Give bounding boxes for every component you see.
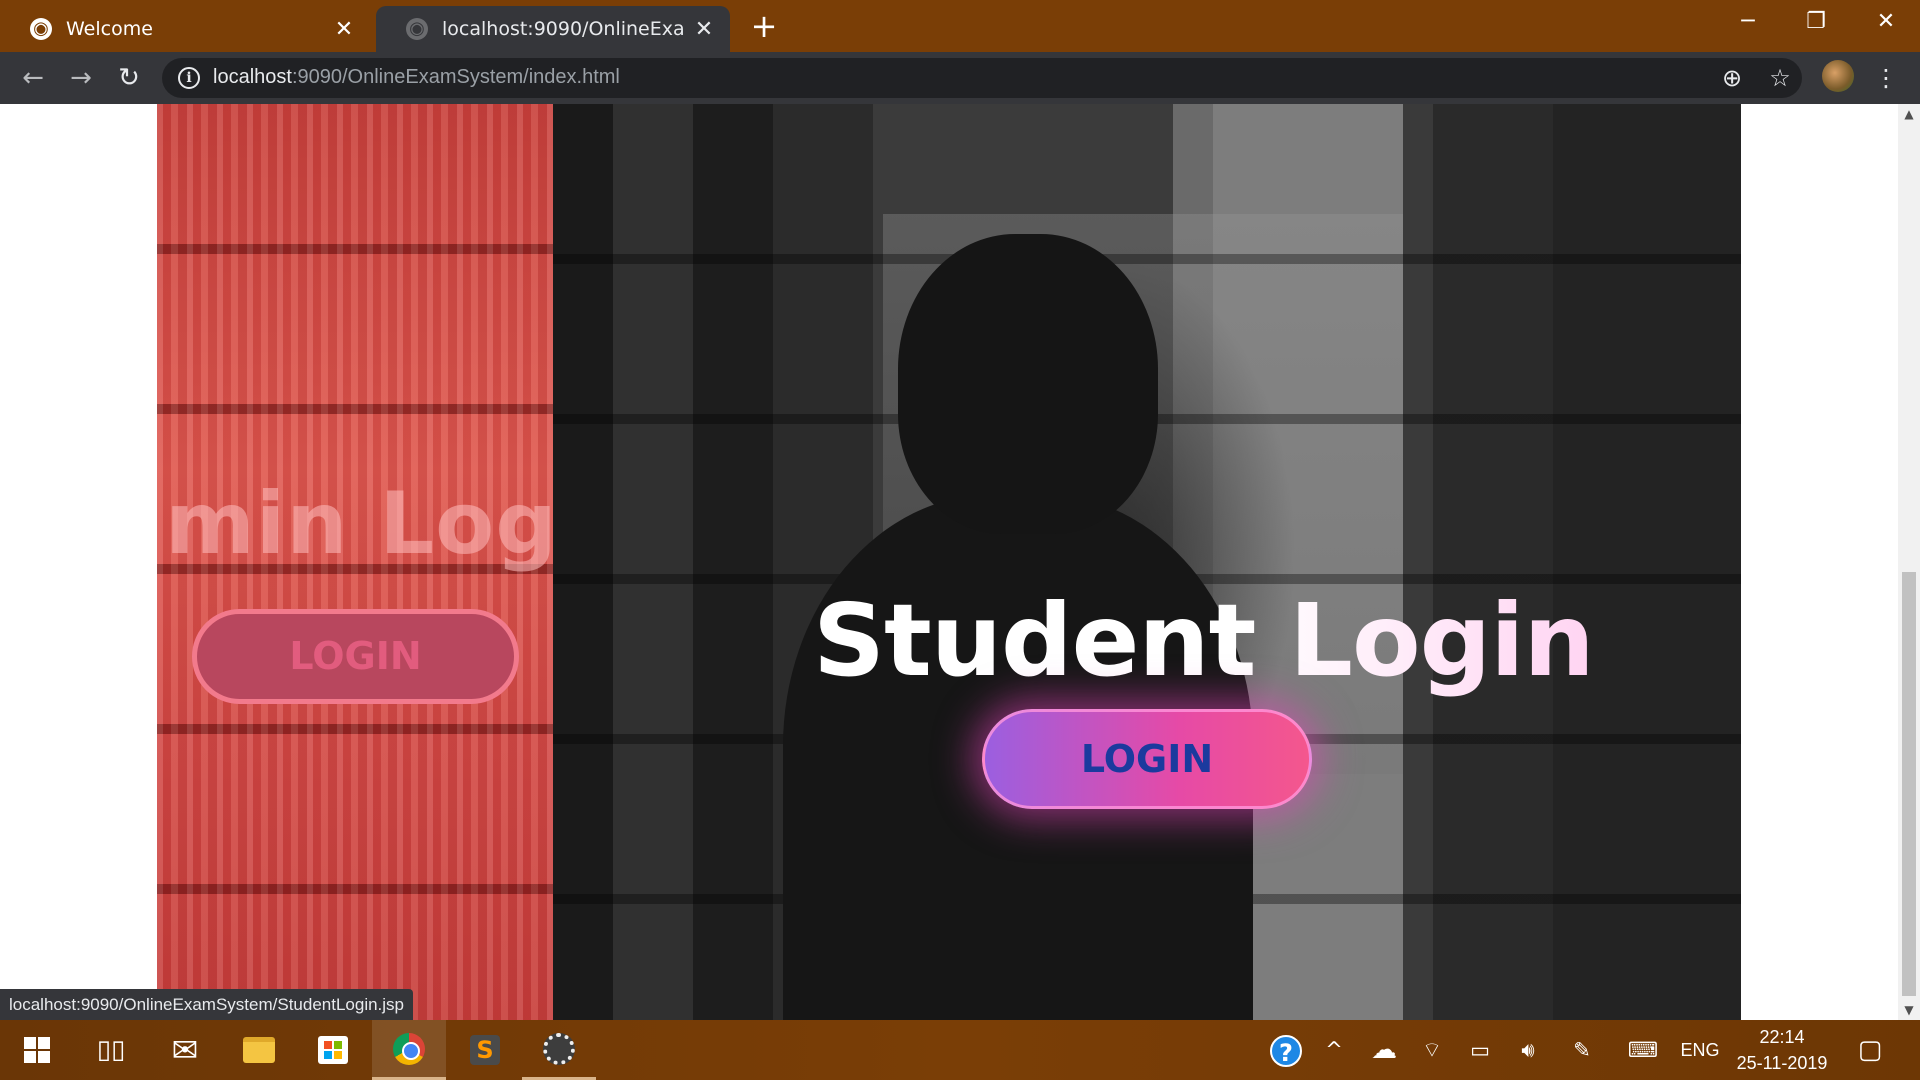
url-path: :9090/OnlineExamSystem/index.html (291, 66, 620, 88)
admin-login-heading: Admin Login (157, 474, 553, 574)
task-view-icon: ▯▯ (96, 1035, 126, 1065)
help-icon[interactable]: ? (1270, 1035, 1302, 1067)
show-hidden-icons-chevron-icon[interactable]: ^ (1318, 1020, 1350, 1080)
input-language-indicator[interactable]: ENG (1680, 1020, 1720, 1080)
scroll-down-arrow-icon[interactable]: ▼ (1898, 1000, 1920, 1020)
minimize-button[interactable]: ─ (1714, 0, 1782, 44)
url-host: localhost (213, 66, 292, 88)
close-tab-icon[interactable]: ✕ (332, 17, 356, 42)
chrome-icon (393, 1032, 425, 1065)
tab-welcome[interactable]: ◉ Welcome ✕ (0, 6, 370, 52)
tab-online-exam[interactable]: ◉ localhost:9090/OnlineExamSyster ✕ (376, 6, 730, 52)
start-button[interactable] (0, 1020, 74, 1080)
store-icon (318, 1036, 348, 1064)
student-login-panel (553, 104, 1741, 1020)
profile-avatar[interactable] (1822, 60, 1854, 92)
student-silhouette-head (898, 234, 1158, 534)
info-icon[interactable]: i (178, 67, 200, 89)
tab-strip: ◉ Welcome ✕ ◉ localhost:9090/OnlineExamS… (0, 0, 1920, 52)
close-tab-icon[interactable]: ✕ (692, 17, 716, 42)
sublime-text-icon: S (470, 1035, 500, 1065)
new-tab-button[interactable]: + (748, 8, 780, 44)
sublime-text-button[interactable]: S (448, 1020, 522, 1080)
task-view-button[interactable]: ▯▯ (74, 1020, 148, 1080)
login-hero: Admin Login LOGIN (157, 104, 1741, 1020)
wifi-icon[interactable]: ⌔ (1412, 1020, 1452, 1080)
address-url[interactable]: localhost:9090/OnlineExamSystem/index.ht… (213, 66, 620, 89)
touch-keyboard-icon[interactable]: ⌨ (1618, 1020, 1668, 1080)
battery-icon[interactable]: ▭ (1460, 1020, 1500, 1080)
page-scrollbar[interactable]: ▲ ▼ (1898, 104, 1920, 1020)
settings-app-button[interactable] (522, 1020, 596, 1080)
globe-icon: ◉ (30, 18, 52, 40)
system-clock[interactable]: 22:14 25-11-2019 (1728, 1024, 1836, 1076)
chrome-taskbar-button[interactable] (372, 1020, 446, 1080)
restore-button[interactable]: ❐ (1782, 0, 1850, 44)
close-window-button[interactable]: ✕ (1852, 0, 1920, 44)
mail-icon: ✉ (171, 1031, 199, 1069)
page-viewport: Admin Login LOGIN Student Login LOGIN (0, 104, 1898, 1020)
tab-title: localhost:9090/OnlineExamSyster (442, 18, 686, 40)
action-center-icon[interactable]: ▢ (1850, 1020, 1890, 1080)
student-login-button[interactable]: LOGIN (982, 709, 1312, 809)
forward-button[interactable]: → (64, 61, 98, 95)
link-status-bubble: localhost:9090/OnlineExamSystem/StudentL… (0, 989, 414, 1020)
student-login-heading: Student Login (813, 582, 1595, 699)
back-button[interactable]: ← (16, 61, 50, 95)
scroll-up-arrow-icon[interactable]: ▲ (1898, 104, 1920, 124)
admin-login-button[interactable]: LOGIN (192, 609, 519, 704)
zoom-icon[interactable]: ⊕ (1716, 62, 1748, 94)
microsoft-store-button[interactable] (296, 1020, 370, 1080)
browser-toolbar: ← → ↻ i localhost:9090/OnlineExamSystem/… (0, 52, 1920, 104)
mail-app-button[interactable]: ✉ (148, 1020, 222, 1080)
folder-icon (243, 1037, 275, 1063)
scroll-thumb[interactable] (1902, 572, 1916, 996)
reload-button[interactable]: ↻ (112, 61, 146, 95)
pen-workspace-icon[interactable]: ✎ (1562, 1020, 1602, 1080)
windows-taskbar: ▯▯ ✉ S ? ^ ☁ ⌔ ▭ 🔊︎ ✎ ⌨ ENG 22:14 25-11-… (0, 1020, 1920, 1080)
bookmark-star-icon[interactable]: ☆ (1764, 62, 1796, 94)
admin-login-panel[interactable]: Admin Login LOGIN (157, 104, 553, 1020)
chrome-menu-icon[interactable]: ⋮ (1870, 62, 1902, 94)
volume-icon[interactable]: 🔊︎ (1508, 1020, 1548, 1080)
clock-date: 25-11-2019 (1736, 1053, 1828, 1073)
windows-logo-icon (24, 1037, 50, 1063)
gear-icon (543, 1032, 575, 1065)
globe-icon: ◉ (406, 18, 428, 40)
address-bar[interactable]: i localhost:9090/OnlineExamSystem/index.… (162, 58, 1802, 98)
clock-time: 22:14 (1759, 1027, 1805, 1047)
tab-title: Welcome (66, 18, 153, 40)
file-explorer-button[interactable] (222, 1020, 296, 1080)
onedrive-cloud-icon[interactable]: ☁ (1364, 1020, 1404, 1080)
